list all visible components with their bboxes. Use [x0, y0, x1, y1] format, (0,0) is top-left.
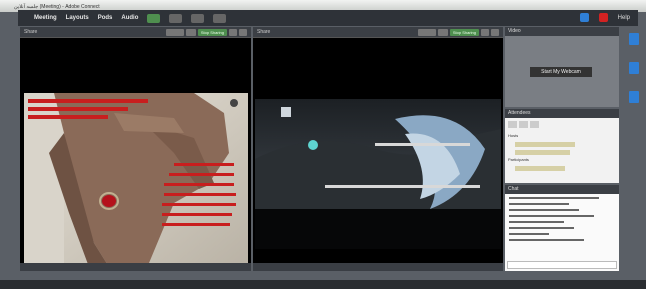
chat-pod: Chat — [505, 185, 619, 271]
menu-pods[interactable]: Pods — [98, 15, 113, 21]
attendee-tool-button[interactable] — [519, 121, 528, 128]
attendee-row[interactable] — [515, 150, 570, 155]
attendees-pod-header: Attendees — [505, 109, 619, 118]
pod-header: Share Stop Sharing — [253, 27, 503, 38]
share-pod-left: Share Stop Sharing — [20, 27, 251, 271]
start-webcam-button[interactable]: Start My Webcam — [530, 67, 592, 77]
share-pod-center: Share Stop Sharing — [253, 27, 503, 271]
pod-bottom-bar — [20, 263, 251, 271]
menu-layouts[interactable]: Layouts — [66, 15, 89, 21]
menu-right-icons: Help — [579, 13, 630, 22]
webcam-icon[interactable] — [191, 13, 205, 23]
attendee-row[interactable] — [515, 142, 575, 147]
record-icon[interactable] — [598, 13, 608, 22]
video-pod-header: Video — [505, 27, 619, 36]
attendee-row[interactable] — [515, 166, 565, 171]
pod-menu-icon[interactable] — [239, 29, 247, 36]
side-panel-button[interactable] — [629, 62, 639, 74]
chat-message — [509, 209, 579, 211]
pod-title: Share — [24, 29, 38, 35]
pod-buttons: Stop Sharing — [417, 29, 499, 36]
screen: جلسه آنلاین (Meeting) - Adobe Connect Me… — [0, 0, 646, 289]
stop-sharing-button[interactable]: Stop Sharing — [197, 29, 227, 36]
attendees-pod: Attendees Hosts Participants — [505, 109, 619, 183]
side-panel-button[interactable] — [629, 91, 639, 103]
fullscreen-icon[interactable] — [481, 29, 489, 36]
side-panel-button[interactable] — [629, 33, 639, 45]
layouts-icon[interactable] — [579, 13, 589, 22]
pod-buttons: Stop Sharing — [165, 29, 247, 36]
chat-message — [509, 203, 569, 205]
fullscreen-icon[interactable] — [229, 29, 237, 36]
chat-message — [509, 197, 599, 199]
speaker-icon[interactable] — [169, 13, 183, 23]
attendee-tools — [508, 121, 539, 128]
chat-messages — [509, 197, 609, 245]
chat-message — [509, 239, 584, 241]
microphone-icon[interactable] — [147, 13, 161, 23]
pod-bottom-bar — [253, 263, 503, 271]
pod-menu-icon[interactable] — [491, 29, 499, 36]
pod-button[interactable] — [165, 29, 184, 36]
menu-audio[interactable]: Audio — [121, 15, 138, 21]
chat-message — [509, 221, 564, 223]
attendee-tool-button[interactable] — [508, 121, 517, 128]
raise-hand-icon[interactable] — [213, 13, 227, 23]
menu-bar: Meeting Layouts Pods Audio Help — [18, 10, 638, 26]
pod-header: Share Stop Sharing — [20, 27, 251, 38]
chat-message — [509, 215, 594, 217]
chat-message — [509, 233, 549, 235]
attendee-section-participants: Participants — [508, 157, 529, 162]
pod-button[interactable] — [437, 29, 448, 36]
status-bar — [0, 280, 646, 289]
pod-title: Share — [257, 29, 271, 35]
chat-message — [509, 227, 574, 229]
chat-input[interactable] — [507, 261, 617, 269]
menu-meeting[interactable]: Meeting — [34, 15, 57, 21]
pod-button[interactable] — [185, 29, 196, 36]
help-menu[interactable]: Help — [618, 15, 630, 21]
video-pod: Video Start My Webcam — [505, 27, 619, 107]
attendee-section-hosts: Hosts — [508, 133, 519, 138]
chat-pod-header: Chat — [505, 185, 619, 194]
shared-image-hand — [24, 93, 248, 267]
pod-button[interactable] — [417, 29, 436, 36]
stop-sharing-button[interactable]: Stop Sharing — [449, 29, 479, 36]
attendee-tool-button[interactable] — [530, 121, 539, 128]
shared-video-frame — [255, 99, 501, 249]
